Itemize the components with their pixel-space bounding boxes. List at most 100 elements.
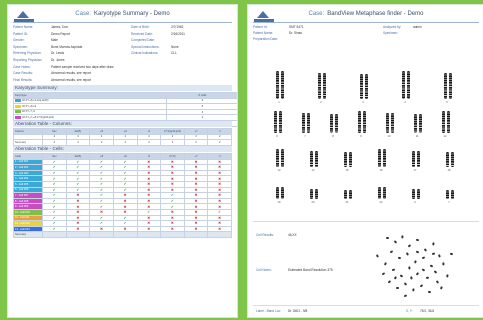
- chromosome[interactable]: [276, 71, 279, 99]
- footer-label: Label - Band Loc:: [256, 309, 281, 313]
- check-icon: ✔: [123, 187, 127, 192]
- chromosome[interactable]: [417, 150, 420, 167]
- chromosome[interactable]: [276, 187, 279, 199]
- table-cell: [207, 231, 232, 238]
- chromosome[interactable]: [344, 152, 347, 167]
- metaphase-chromosome: [393, 240, 398, 244]
- chromosome[interactable]: [444, 72, 447, 99]
- chromosome[interactable]: [378, 187, 381, 199]
- chromosome[interactable]: [402, 71, 405, 99]
- cross-icon: ✖: [194, 199, 198, 204]
- chromosome-label: 16: [379, 169, 383, 172]
- cross-icon: ✖: [170, 215, 174, 220]
- chromosome[interactable]: [360, 74, 363, 99]
- aberration-columns-table: Column Sex del(5) +8 +9 -9 t(7;9)(q34;q22) +7 -7…: [13, 128, 232, 146]
- chromosome[interactable]: [330, 114, 333, 133]
- chromosome-label: 13: [277, 169, 281, 172]
- cross-icon: ✖: [218, 165, 222, 170]
- chromosome-label: 8: [332, 135, 334, 138]
- chromosome[interactable]: [446, 152, 449, 167]
- field-label: Final Results:: [13, 77, 33, 82]
- chromosome-label: 19: [277, 201, 281, 204]
- footer-coord-label: X, Y:: [406, 309, 413, 313]
- chromosome[interactable]: [318, 72, 321, 99]
- chromosome-label: 10: [387, 135, 391, 138]
- chromosome[interactable]: [274, 111, 277, 133]
- chromosome[interactable]: [310, 188, 313, 199]
- cross-icon: ✖: [194, 210, 198, 215]
- chromosome[interactable]: [281, 71, 284, 99]
- check-icon: ✔: [123, 182, 127, 187]
- chromosome[interactable]: [442, 111, 445, 133]
- chromosome[interactable]: [349, 190, 352, 199]
- field-label: Referring Physician:: [13, 51, 42, 56]
- chromosome[interactable]: [349, 152, 352, 167]
- chromosome[interactable]: [323, 72, 326, 99]
- chromosome[interactable]: [412, 150, 415, 167]
- chromosome[interactable]: [414, 114, 417, 133]
- chromosome[interactable]: [378, 149, 381, 167]
- chromosome[interactable]: [315, 150, 318, 167]
- field-value: Bone Marrow Aspirate: [51, 44, 83, 49]
- metaphase-chromosome: [408, 266, 411, 270]
- chromosome[interactable]: [363, 111, 366, 133]
- cross-icon: ✖: [76, 221, 80, 226]
- chromosome-label: 7: [304, 135, 306, 138]
- chromosome[interactable]: [391, 112, 394, 133]
- chromosome[interactable]: [386, 112, 389, 133]
- chromosome[interactable]: [279, 111, 282, 133]
- chromosome[interactable]: [307, 112, 310, 133]
- table-cell: 4: [89, 139, 114, 146]
- check-icon: ✔: [218, 210, 222, 215]
- chromosome[interactable]: [383, 149, 386, 167]
- cross-icon: ✖: [123, 193, 127, 198]
- field-value: CLL: [171, 51, 177, 56]
- page-title: Case: Karyotype Summary - Demo: [75, 11, 170, 17]
- chromosome[interactable]: [281, 149, 284, 167]
- field-value: Demo Report: [51, 31, 70, 36]
- metaphase-image: [346, 227, 483, 303]
- cross-icon: ✖: [76, 193, 80, 198]
- check-icon: ✔: [52, 199, 56, 204]
- karyotype-name: 46,XY,+7,+8,t(7;9)(q34;q22): [22, 116, 54, 120]
- cross-icon: ✖: [76, 204, 80, 209]
- check-icon: ✔: [52, 210, 56, 215]
- chromosome[interactable]: [281, 187, 284, 199]
- chromosome[interactable]: [310, 150, 313, 167]
- chromosome[interactable]: [419, 114, 422, 133]
- chromosome[interactable]: [315, 188, 318, 199]
- metaphase-chromosome: [442, 262, 445, 266]
- chromosome[interactable]: [344, 190, 347, 199]
- chromosome[interactable]: [302, 112, 305, 133]
- chromosome[interactable]: [417, 188, 420, 199]
- chromosome[interactable]: [276, 149, 279, 167]
- metaphase-chromosome: [376, 254, 379, 258]
- chromosome[interactable]: [335, 114, 338, 133]
- table-cell: 4: [112, 139, 138, 146]
- metaphase-chromosome: [427, 290, 432, 294]
- color-swatch: [15, 116, 21, 120]
- cross-icon: ✖: [147, 204, 151, 209]
- metaphase-chromosome: [384, 262, 387, 266]
- chromosome[interactable]: [446, 190, 449, 199]
- chromosome-label: 17: [413, 169, 417, 172]
- table-cell: [136, 231, 162, 238]
- chromosome[interactable]: [383, 187, 386, 199]
- chromosome[interactable]: [447, 111, 450, 133]
- chromosome[interactable]: [451, 152, 454, 167]
- table-cell: [89, 231, 114, 238]
- cross-icon: ✖: [170, 221, 174, 226]
- cross-icon: ✖: [100, 210, 104, 215]
- table-cell: 4: [42, 139, 67, 146]
- cross-icon: ✖: [194, 159, 198, 164]
- cross-icon: ✖: [147, 171, 151, 176]
- metaphase-chromosome: [432, 242, 435, 246]
- chromosome[interactable]: [365, 74, 368, 99]
- field-value: Dr. Lewis: [51, 51, 65, 56]
- chromosome[interactable]: [451, 190, 454, 199]
- chromosome[interactable]: [412, 188, 415, 199]
- check-icon: ✔: [147, 210, 151, 215]
- chromosome[interactable]: [358, 111, 361, 133]
- chromosome[interactable]: [449, 72, 452, 99]
- chromosome[interactable]: [407, 71, 410, 99]
